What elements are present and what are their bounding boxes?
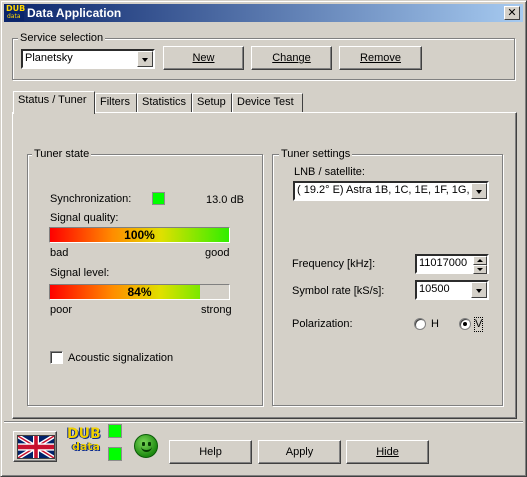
tab-statistics[interactable]: Statistics <box>137 93 192 113</box>
tab-setup-label: Setup <box>197 96 226 108</box>
tab-filters-label: Filters <box>100 96 130 108</box>
signal-quality-high-label: good <box>205 247 230 259</box>
tab-filters[interactable]: Filters <box>95 93 137 113</box>
footer-separator <box>4 421 523 423</box>
close-icon: ✕ <box>507 6 517 19</box>
app-icon: DUB data <box>6 4 26 21</box>
signal-level-high-label: strong <box>201 304 232 316</box>
hide-button[interactable]: Hide <box>346 440 429 464</box>
spin-up-icon[interactable] <box>473 256 487 265</box>
title-bar[interactable]: DUB data Data Application ✕ <box>4 4 523 22</box>
change-button[interactable]: Change <box>251 46 332 70</box>
app-icon-text-top: DUB <box>6 4 26 13</box>
frequency-input[interactable]: 11017000 <box>415 254 489 274</box>
chevron-down-icon[interactable] <box>471 183 487 199</box>
remove-button-label: Remove <box>360 52 401 64</box>
symbol-rate-select[interactable]: 10500 <box>415 280 489 300</box>
polarization-h-radio[interactable] <box>414 318 426 330</box>
synchronization-label: Synchronization: <box>50 193 132 205</box>
service-selection-label: Service selection <box>18 32 106 45</box>
tab-statistics-label: Statistics <box>142 96 187 108</box>
signal-quality-bar: 100% <box>49 227 230 243</box>
change-button-label: Change <box>272 52 311 64</box>
frequency-value: 11017000 <box>419 257 468 269</box>
sync-value: 13.0 dB <box>206 194 244 206</box>
lnb-satellite-value: ( 19.2° E) Astra 1B, 1C, 1E, 1F, 1G, 1 <box>297 184 479 196</box>
signal-level-bar: 84% <box>49 284 230 300</box>
apply-button-label: Apply <box>285 446 314 458</box>
apply-button[interactable]: Apply <box>258 440 341 464</box>
signal-level-label: Signal level: <box>50 267 110 279</box>
frequency-spinner[interactable] <box>473 256 487 274</box>
new-button[interactable]: New <box>163 46 244 70</box>
symbol-rate-label: Symbol rate [kS/s]: <box>292 285 385 297</box>
tab-setup[interactable]: Setup <box>192 93 232 113</box>
remove-button[interactable]: Remove <box>339 46 422 70</box>
sync-led <box>152 192 165 205</box>
polarization-v-label[interactable]: V <box>473 317 484 332</box>
tuner-state-label: Tuner state <box>32 148 92 161</box>
tuner-state-group <box>27 154 263 406</box>
service-select[interactable]: Planetsky <box>21 49 155 69</box>
tab-status-tuner[interactable]: Status / Tuner <box>13 91 95 114</box>
help-button[interactable]: Help <box>169 440 252 464</box>
chevron-down-icon[interactable] <box>471 282 487 298</box>
signal-quality-low-label: bad <box>50 247 69 259</box>
signal-level-low-label: poor <box>50 304 73 316</box>
dub-logo-bottom: data <box>72 440 100 453</box>
chevron-down-icon[interactable] <box>137 51 153 67</box>
spin-down-icon[interactable] <box>473 265 487 274</box>
service-select-value: Planetsky <box>25 52 73 64</box>
new-button-label: New <box>192 52 215 64</box>
help-button-label: Help <box>199 446 222 458</box>
language-flag-button[interactable] <box>13 431 57 462</box>
close-button[interactable]: ✕ <box>504 6 520 20</box>
acoustic-signalization-checkbox[interactable] <box>50 351 63 364</box>
signal-level-percent: 84% <box>127 285 152 299</box>
polarization-v-radio[interactable] <box>459 318 471 330</box>
signal-quality-label: Signal quality: <box>50 212 119 224</box>
smiley-status-icon <box>134 434 158 458</box>
signal-quality-percent: 100% <box>124 228 155 242</box>
app-icon-text-bottom: data <box>7 13 21 20</box>
tuner-settings-label: Tuner settings <box>279 148 353 161</box>
hide-button-label: Hide <box>376 446 399 458</box>
tab-status-tuner-label: Status / Tuner <box>18 94 87 106</box>
symbol-rate-value: 10500 <box>419 283 450 295</box>
smiley-mouth <box>141 445 152 452</box>
lnb-satellite-select[interactable]: ( 19.2° E) Astra 1B, 1C, 1E, 1F, 1G, 1 <box>293 181 489 201</box>
window-title: Data Application <box>27 6 122 20</box>
polarization-label: Polarization: <box>292 318 353 330</box>
status-led-bottom <box>108 447 122 461</box>
tab-device-test[interactable]: Device Test <box>232 93 303 113</box>
acoustic-signalization-label[interactable]: Acoustic signalization <box>68 352 173 365</box>
frequency-label: Frequency [kHz]: <box>292 258 376 270</box>
lnb-satellite-label: LNB / satellite: <box>294 166 365 178</box>
application-window: DUB data Data Application ✕ Service sele… <box>0 0 527 477</box>
tab-device-test-label: Device Test <box>237 96 294 108</box>
status-led-top <box>108 424 122 438</box>
polarization-h-label[interactable]: H <box>431 318 439 331</box>
uk-flag-icon <box>17 434 55 460</box>
